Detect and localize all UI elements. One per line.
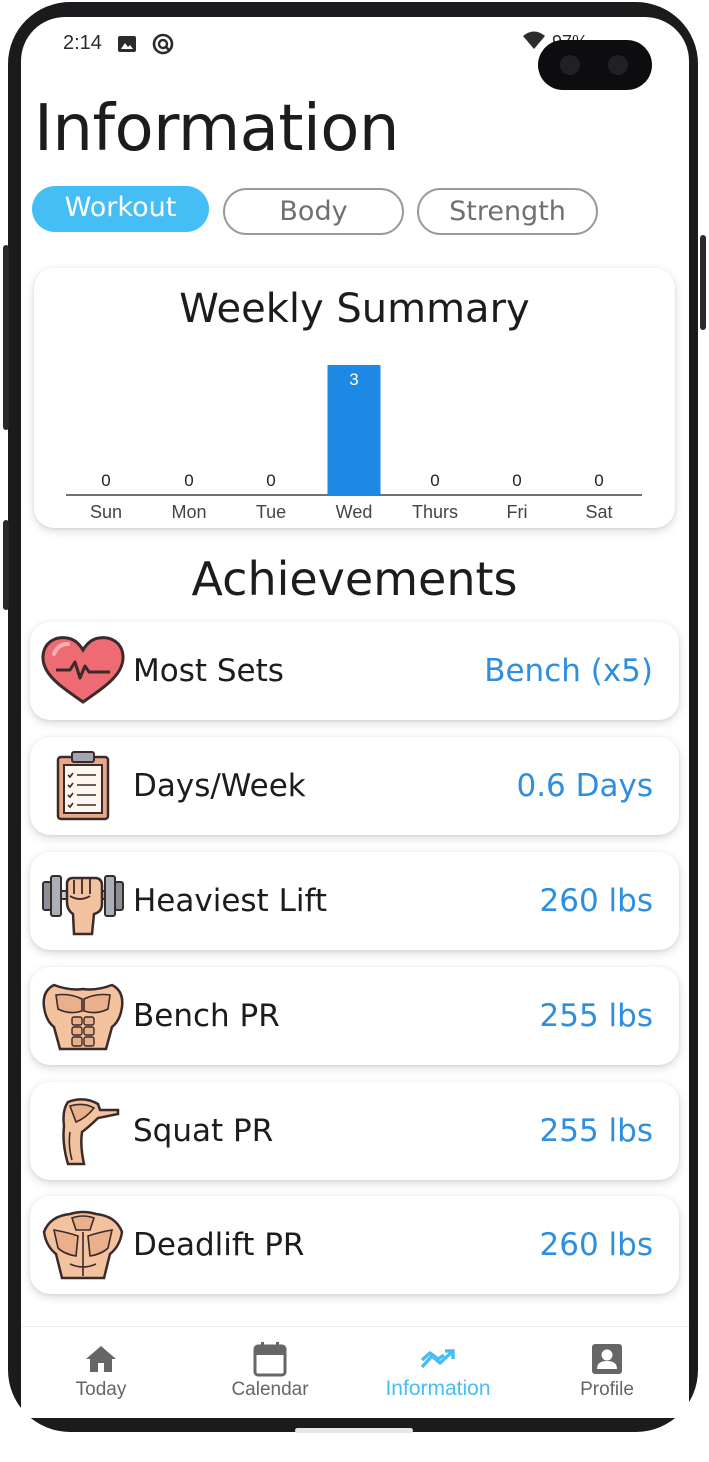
achievement-row[interactable]: Heaviest Lift 260 lbs [30, 852, 679, 950]
nav-label: Information [385, 1377, 491, 1400]
achievement-value: 260 lbs [539, 1227, 653, 1263]
chart-tick-label: Wed [336, 502, 373, 522]
achievement-row[interactable]: Days/Week 0.6 Days [30, 737, 679, 835]
achievement-label: Deadlift PR [133, 1227, 305, 1263]
achievement-label: Days/Week [133, 768, 306, 804]
image-notification-icon [116, 33, 138, 55]
chart-data-label: 0 [594, 471, 603, 490]
clipboard-icon [40, 751, 126, 821]
nav-profile[interactable]: Profile [562, 1327, 652, 1419]
achievement-row[interactable]: Deadlift PR 260 lbs [30, 1196, 679, 1294]
weekly-summary-card: Weekly Summary 0 Sun 0 Mon 0 Tue 3 Wed 0 Thurs 0 Fr… [34, 268, 675, 528]
achievement-label: Heaviest Lift [133, 883, 327, 919]
nav-calendar[interactable]: Calendar [215, 1327, 325, 1419]
home-indicator [295, 1428, 413, 1433]
status-bar: 2:14 [63, 32, 174, 55]
page-title: Information [34, 92, 399, 166]
dumbbell-fist-icon [40, 866, 126, 936]
bottom-nav: Today Calendar Information Profile [21, 1326, 689, 1418]
chart-data-label: 0 [512, 471, 521, 490]
chest-muscles-icon [40, 981, 126, 1051]
chart-tick-label: Sat [585, 502, 612, 522]
nav-label: Today [75, 1379, 127, 1400]
chart-tick-label: Fri [507, 502, 528, 522]
achievement-label: Bench PR [133, 998, 280, 1034]
achievement-value: 255 lbs [539, 998, 653, 1034]
chart-tick-label: Mon [171, 502, 206, 522]
achievement-value: Bench (x5) [484, 653, 653, 689]
achievement-value: 255 lbs [539, 1113, 653, 1149]
chart-data-label: 0 [101, 471, 110, 490]
achievement-label: Most Sets [133, 653, 284, 689]
heart-icon [40, 636, 126, 706]
chart-data-label: 0 [266, 471, 275, 490]
achievement-label: Squat PR [133, 1113, 274, 1149]
nav-information[interactable]: Information [373, 1327, 503, 1419]
nav-label: Calendar [231, 1379, 309, 1400]
chart-tick-label: Sun [90, 502, 122, 522]
back-muscles-icon [40, 1210, 126, 1280]
chart-data-label: 3 [349, 370, 358, 389]
tab-workout[interactable]: Workout [32, 186, 209, 232]
achievements-title: Achievements [191, 552, 518, 606]
weekly-bar-chart: 0 Sun 0 Mon 0 Tue 3 Wed 0 Thurs 0 Fri 0 Sat [66, 365, 642, 522]
nav-label: Profile [580, 1379, 634, 1400]
chart-tick-label: Tue [256, 502, 286, 522]
achievement-value: 260 lbs [539, 883, 653, 919]
side-button [3, 245, 9, 430]
achievement-value: 0.6 Days [516, 768, 653, 804]
chart-data-label: 0 [430, 471, 439, 490]
sync-notification-icon [152, 33, 174, 55]
front-camera [538, 40, 652, 90]
profile-icon [589, 1341, 625, 1377]
calendar-icon [252, 1341, 288, 1377]
nav-today[interactable]: Today [57, 1327, 145, 1419]
tab-body[interactable]: Body [223, 188, 404, 235]
status-time: 2:14 [63, 32, 102, 54]
chart-tick-label: Thurs [412, 502, 458, 522]
home-icon [83, 1341, 119, 1377]
trending-icon [420, 1341, 456, 1377]
leg-muscle-icon [40, 1096, 126, 1166]
tab-strength[interactable]: Strength [417, 188, 598, 235]
achievement-row[interactable]: Most Sets Bench (x5) [30, 622, 679, 720]
achievement-row[interactable]: Squat PR 255 lbs [30, 1082, 679, 1180]
side-button [700, 235, 706, 330]
achievement-row[interactable]: Bench PR 255 lbs [30, 967, 679, 1065]
chart-data-label: 0 [184, 471, 193, 490]
